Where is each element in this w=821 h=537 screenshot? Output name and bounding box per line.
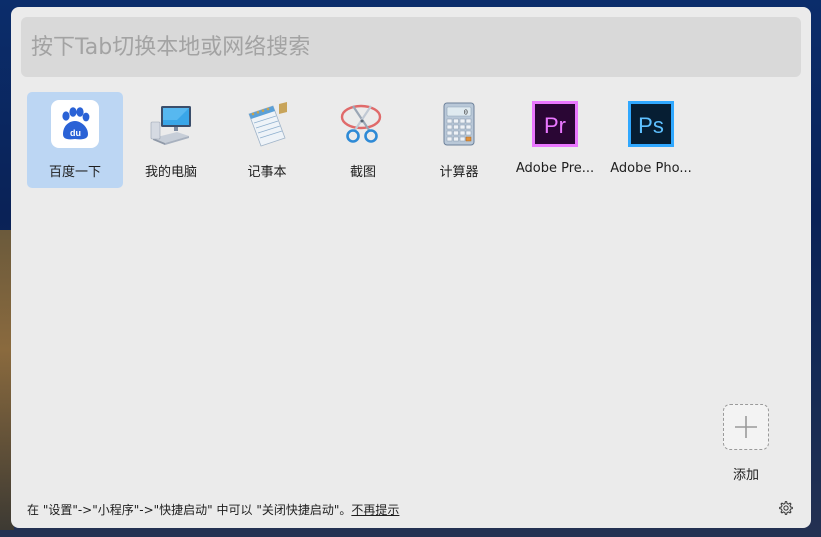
app-label: 计算器 [439,165,479,180]
svg-text:Ps: Ps [638,113,664,138]
gear-icon[interactable] [778,500,794,516]
app-label: 记事本 [247,165,287,180]
app-adobe-photoshop[interactable]: Ps Adobe Pho... [603,92,699,188]
app-notepad[interactable]: 记事本 [219,92,315,188]
footer-tip: 在 "设置"->"小程序"->"快捷启动" 中可以 "关闭快捷启动"。不再提示 [27,501,399,518]
scissors-icon [340,104,382,143]
svg-text:Pr: Pr [544,113,566,138]
search-input[interactable] [21,17,801,77]
dismiss-tip-link[interactable]: 不再提示 [351,503,399,517]
notepad-icon [248,102,287,147]
app-label: 我的电脑 [144,165,197,180]
app-label: 百度一下 [48,165,101,180]
app-calculator[interactable]: 0 计算器 [411,92,507,188]
app-baidu[interactable]: du 百度一下 [27,92,123,188]
plus-icon [735,416,757,438]
add-button[interactable] [723,404,769,450]
app-snipping[interactable]: 截图 [315,92,411,188]
app-label: Adobe Pho... [610,161,692,176]
baidu-icon: du [51,100,99,148]
calculator-icon: 0 [443,102,475,146]
adobe-photoshop-icon: Ps [628,101,674,147]
computer-icon [150,106,191,145]
app-adobe-premiere[interactable]: Pr Adobe Pre... [507,92,603,188]
adobe-premiere-icon: Pr [532,101,578,147]
svg-text:du: du [70,128,81,138]
app-my-computer[interactable]: 我的电脑 [123,92,219,188]
svg-text:0: 0 [464,110,468,118]
footer-text: 在 "设置"->"小程序"->"快捷启动" 中可以 "关闭快捷启动"。 [27,503,352,517]
app-label: 截图 [349,165,376,180]
add-label: 添加 [732,468,759,483]
quick-launch-panel: du 百度一下 我的电脑 [11,7,811,528]
app-label: Adobe Pre... [515,161,595,176]
